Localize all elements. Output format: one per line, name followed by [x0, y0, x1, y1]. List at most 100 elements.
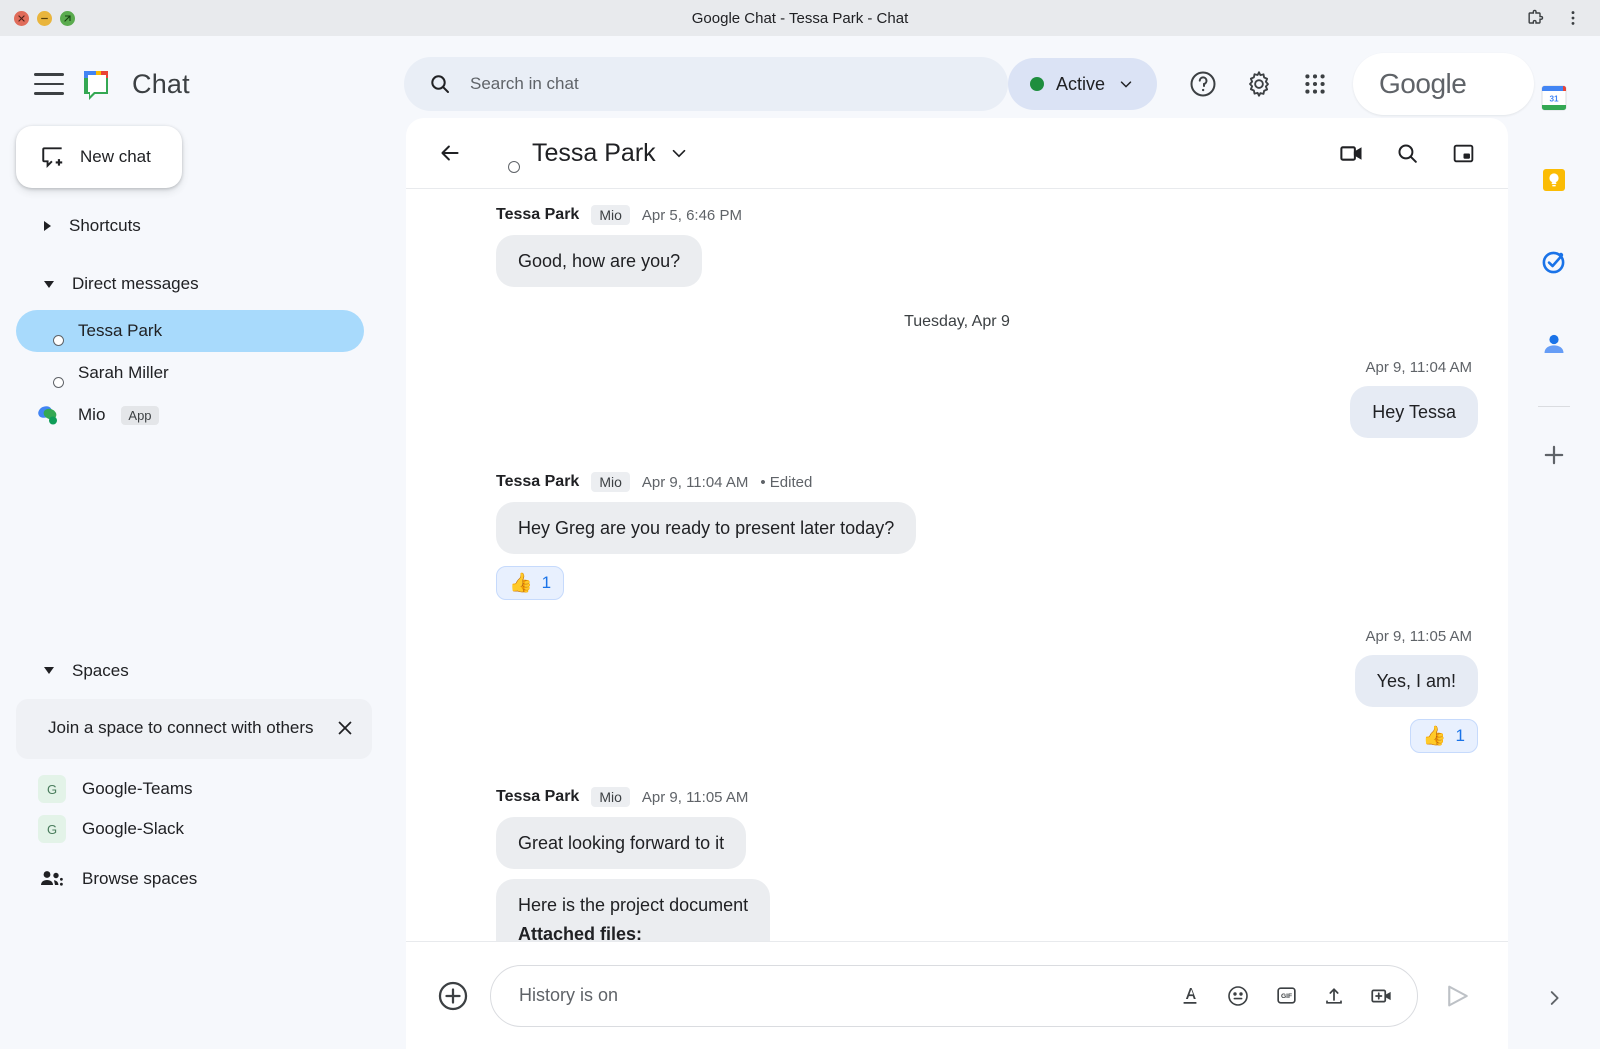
message-reaction[interactable]: 👍 1 — [1410, 719, 1478, 753]
status-badge[interactable]: Active — [1008, 58, 1157, 110]
message-meta: Tessa Park Mio Apr 9, 11:05 AM — [496, 783, 748, 811]
google-calendar-icon[interactable]: 31 — [1528, 72, 1580, 124]
app-badge: Mio — [591, 472, 630, 492]
send-button[interactable] — [1438, 976, 1478, 1016]
search-input[interactable]: Search in chat — [404, 57, 1008, 111]
app-brand: Chat — [0, 36, 404, 108]
app-shell: Chat New chat Shortcuts Direct messages — [0, 36, 1600, 1049]
format-text-icon[interactable] — [1175, 981, 1205, 1011]
expand-panel-icon[interactable] — [1537, 981, 1571, 1015]
close-icon[interactable] — [334, 717, 356, 739]
chevron-down-icon — [44, 667, 54, 674]
conversation-header: Tessa Park — [406, 118, 1508, 188]
search-placeholder: Search in chat — [470, 74, 579, 94]
message-bubble: Yes, I am! — [1355, 655, 1478, 707]
sidebar-item-tessa-park[interactable]: Tessa Park — [16, 310, 364, 352]
presence-indicator — [53, 335, 64, 346]
gif-icon[interactable]: GIF — [1271, 981, 1301, 1011]
window-title: Google Chat - Tessa Park - Chat — [0, 10, 1600, 27]
google-keep-icon[interactable] — [1528, 154, 1580, 206]
message-timestamp: Apr 9, 11:05 AM — [642, 789, 748, 806]
svg-text:GIF: GIF — [1280, 993, 1291, 1000]
open-in-new-window-icon[interactable] — [1442, 132, 1484, 174]
apps-grid-icon[interactable] — [1287, 56, 1343, 112]
new-chat-label: New chat — [80, 147, 151, 167]
chevron-down-icon — [1117, 75, 1135, 93]
spaces-promo-text: Join a space to connect with others — [48, 715, 324, 741]
conversation-menu-chevron-down-icon[interactable] — [668, 142, 690, 164]
sidebar-item-label: Google-Slack — [82, 819, 184, 839]
hamburger-menu-icon[interactable] — [34, 73, 64, 95]
status-label: Active — [1056, 74, 1105, 95]
search-icon[interactable] — [1386, 132, 1428, 174]
message-incoming: Tessa Park Mio Apr 9, 11:05 AM Great loo… — [436, 753, 1478, 941]
message-bubble: Great looking forward to it — [496, 817, 746, 869]
message-incoming: Tessa Park Mio Apr 5, 6:46 PM Good, how … — [436, 189, 1478, 287]
message-sender: Tessa Park — [496, 473, 579, 491]
sidebar-item-label: Tessa Park — [78, 321, 162, 341]
app-name: Chat — [132, 69, 190, 100]
space-avatar: G — [38, 775, 66, 803]
new-chat-icon — [40, 144, 66, 170]
chevron-right-icon — [44, 221, 51, 231]
avatar — [436, 219, 478, 261]
help-icon[interactable] — [1175, 56, 1231, 112]
chevron-down-icon — [44, 281, 54, 288]
presence-indicator — [508, 161, 520, 173]
message-list[interactable]: Tessa Park Mio Apr 5, 6:46 PM Good, how … — [406, 188, 1508, 941]
divider — [1538, 406, 1570, 407]
message-timestamp: Apr 5, 6:46 PM — [642, 207, 742, 224]
avatar — [34, 359, 62, 387]
direct-message-list: Tessa Park Sarah Miller — [0, 310, 404, 436]
message-bubble: Good, how are you? — [496, 235, 702, 287]
thumbs-up-icon: 👍 — [1423, 727, 1447, 746]
sidebar-item-mio[interactable]: Mio App — [16, 394, 364, 436]
sidebar-section-direct-messages[interactable]: Direct messages — [0, 264, 404, 304]
side-panel: 31 — [1508, 36, 1600, 1049]
spaces-section: Spaces Join a space to connect with othe… — [0, 651, 404, 899]
emoji-icon[interactable] — [1223, 981, 1253, 1011]
sidebar-section-spaces[interactable]: Spaces — [0, 651, 404, 691]
settings-icon[interactable] — [1231, 56, 1287, 112]
message-input[interactable]: History is on — [490, 965, 1418, 1027]
sidebar-section-dm-label: Direct messages — [72, 274, 199, 294]
browse-spaces-button[interactable]: Browse spaces — [0, 859, 404, 899]
sidebar-item-label: Mio — [78, 405, 105, 425]
add-apps-icon[interactable] — [1528, 429, 1580, 481]
sidebar-item-sarah-miller[interactable]: Sarah Miller — [16, 352, 364, 394]
back-arrow-icon[interactable] — [432, 135, 468, 171]
message-timestamp: Apr 9, 11:05 AM — [1366, 628, 1472, 645]
sidebar-section-shortcuts-label: Shortcuts — [69, 216, 141, 236]
page-title: Tessa Park — [532, 139, 656, 168]
space-avatar: G — [38, 815, 66, 843]
message-sender: Tessa Park — [496, 206, 579, 224]
upload-file-icon[interactable] — [1319, 981, 1349, 1011]
top-bar-actions: Active — [1008, 53, 1534, 115]
message-meta: Tessa Park Mio Apr 5, 6:46 PM — [496, 201, 742, 229]
sidebar-item-google-slack[interactable]: G Google-Slack — [0, 809, 404, 849]
sidebar-section-shortcuts[interactable]: Shortcuts — [0, 206, 404, 246]
google-tasks-icon[interactable] — [1528, 236, 1580, 288]
message-composer: History is on — [406, 941, 1508, 1049]
thumbs-up-icon: 👍 — [509, 574, 533, 593]
message-timestamp: Apr 9, 11:04 AM — [642, 474, 748, 491]
message-reaction[interactable]: 👍 1 — [496, 566, 564, 600]
message-edited-label: • Edited — [760, 474, 812, 491]
add-plus-icon[interactable] — [436, 979, 470, 1013]
new-chat-button[interactable]: New chat — [16, 126, 182, 188]
message-outgoing: Apr 9, 11:05 AM Yes, I am! 👍 1 — [436, 600, 1478, 753]
video-call-icon[interactable] — [1330, 132, 1372, 174]
google-contacts-icon[interactable] — [1528, 318, 1580, 370]
message-meta: Tessa Park Mio Apr 9, 11:04 AM • Edited — [496, 468, 812, 496]
message-input-placeholder: History is on — [519, 985, 1175, 1006]
message-incoming: Tessa Park Mio Apr 9, 11:04 AM • Edited … — [436, 438, 1478, 600]
day-divider: Tuesday, Apr 9 — [436, 287, 1478, 345]
main-column: Search in chat Active — [404, 36, 1508, 1049]
add-video-meeting-icon[interactable] — [1367, 981, 1397, 1011]
sidebar-item-google-teams[interactable]: G Google-Teams — [0, 769, 404, 809]
top-bar: Search in chat Active — [404, 50, 1508, 118]
spaces-promo-card: Join a space to connect with others — [16, 699, 372, 759]
conversation-actions — [1330, 132, 1484, 174]
avatar — [34, 317, 62, 345]
mio-app-icon — [34, 401, 62, 429]
